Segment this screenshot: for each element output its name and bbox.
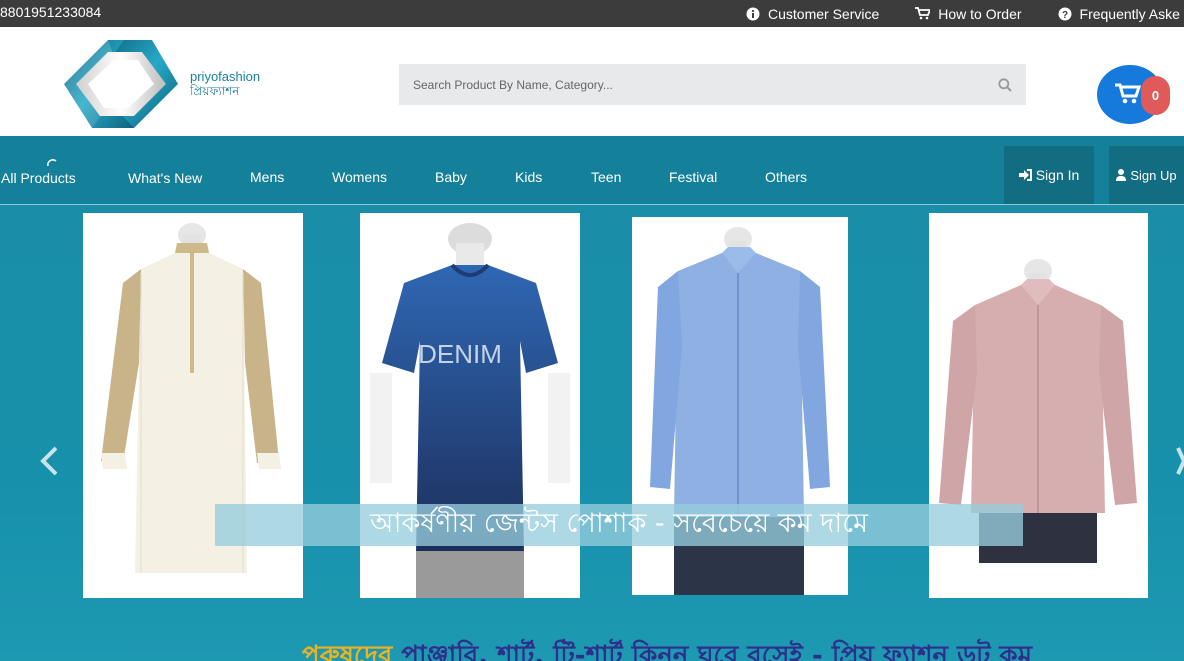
- loading-spinner-icon: [47, 159, 57, 167]
- cart-icon: [915, 7, 931, 20]
- nav-teen[interactable]: Teen: [591, 169, 621, 185]
- search-input[interactable]: [399, 64, 984, 105]
- site-header: priyofashion প্রিয়ফ্যাশন 0: [0, 27, 1184, 136]
- how-to-order-label: How to Order: [938, 5, 1022, 22]
- hero-tagline: পুরুষদের পাঞ্জাবি, শার্ট, টি-শার্ট কিনুন…: [302, 635, 1032, 661]
- customer-service-link[interactable]: Customer Service: [746, 6, 879, 22]
- brand-logo[interactable]: priyofashion প্রিয়ফ্যাশন: [62, 38, 282, 130]
- sign-in-button[interactable]: Sign In: [1004, 146, 1094, 204]
- nav-others[interactable]: Others: [765, 169, 807, 185]
- sign-in-icon: [1018, 169, 1032, 181]
- main-nav: All Products What's New Mens Womens Baby…: [0, 136, 1184, 205]
- sign-up-button[interactable]: Sign Up: [1109, 146, 1184, 204]
- top-bar: 8801951233084 Customer Service How to Or…: [0, 0, 1184, 27]
- sign-in-label: Sign In: [1035, 167, 1080, 183]
- cart-count-badge: 0: [1141, 76, 1170, 115]
- nav-whats-new[interactable]: What's New: [128, 170, 202, 186]
- cart-button[interactable]: 0: [1097, 65, 1170, 124]
- info-circle-icon: [746, 7, 760, 20]
- nav-mens[interactable]: Mens: [250, 169, 284, 185]
- tagline-text: পাঞ্জাবি, শার্ট, টি-শার্ট কিনুন ঘরে বসেই…: [392, 641, 1033, 661]
- top-links: Customer Service How to Order ? Frequent…: [746, 0, 1184, 27]
- tagline-highlight: পুরুষদের: [302, 641, 393, 661]
- brand-name-bn: প্রিয়ফ্যাশন: [190, 84, 240, 98]
- how-to-order-link[interactable]: How to Order: [915, 5, 1022, 22]
- faq-link[interactable]: ? Frequently Aske: [1058, 6, 1180, 22]
- nav-festival[interactable]: Festival: [669, 169, 717, 185]
- nav-kids[interactable]: Kids: [515, 169, 542, 185]
- prev-slide-arrow-icon[interactable]: [38, 445, 60, 477]
- faq-label: Frequently Aske: [1079, 5, 1180, 22]
- nav-baby[interactable]: Baby: [435, 169, 467, 185]
- customer-service-label: Customer Service: [768, 5, 880, 22]
- sign-up-label: Sign Up: [1130, 167, 1177, 183]
- search-button[interactable]: [984, 64, 1026, 105]
- logo-mark-icon: [64, 40, 178, 128]
- shopping-cart-icon: [1115, 83, 1141, 104]
- nav-all-products[interactable]: All Products: [1, 170, 76, 186]
- question-circle-icon: ?: [1058, 7, 1072, 21]
- search-icon: [998, 77, 1012, 92]
- hero-caption: আকর্ষণীয় জেন্টস পোশাক - সবেচেয়ে কম দাম…: [215, 504, 1023, 546]
- user-icon: [1116, 169, 1127, 181]
- phone-number: 8801951233084: [0, 4, 102, 20]
- svg-text:DENIM: DENIM: [418, 339, 502, 369]
- nav-womens[interactable]: Womens: [332, 169, 387, 185]
- next-slide-arrow-icon[interactable]: [1176, 445, 1184, 477]
- brand-text: priyofashion প্রিয়ফ্যাশন: [190, 69, 260, 99]
- brand-name-en: priyofashion: [190, 69, 261, 84]
- hero-slider: DENIM আকর্ষণীয় জেন্টস পোশাক - সবেচেয়ে …: [0, 205, 1184, 661]
- search-bar: [399, 64, 1026, 105]
- svg-text:?: ?: [1061, 10, 1067, 21]
